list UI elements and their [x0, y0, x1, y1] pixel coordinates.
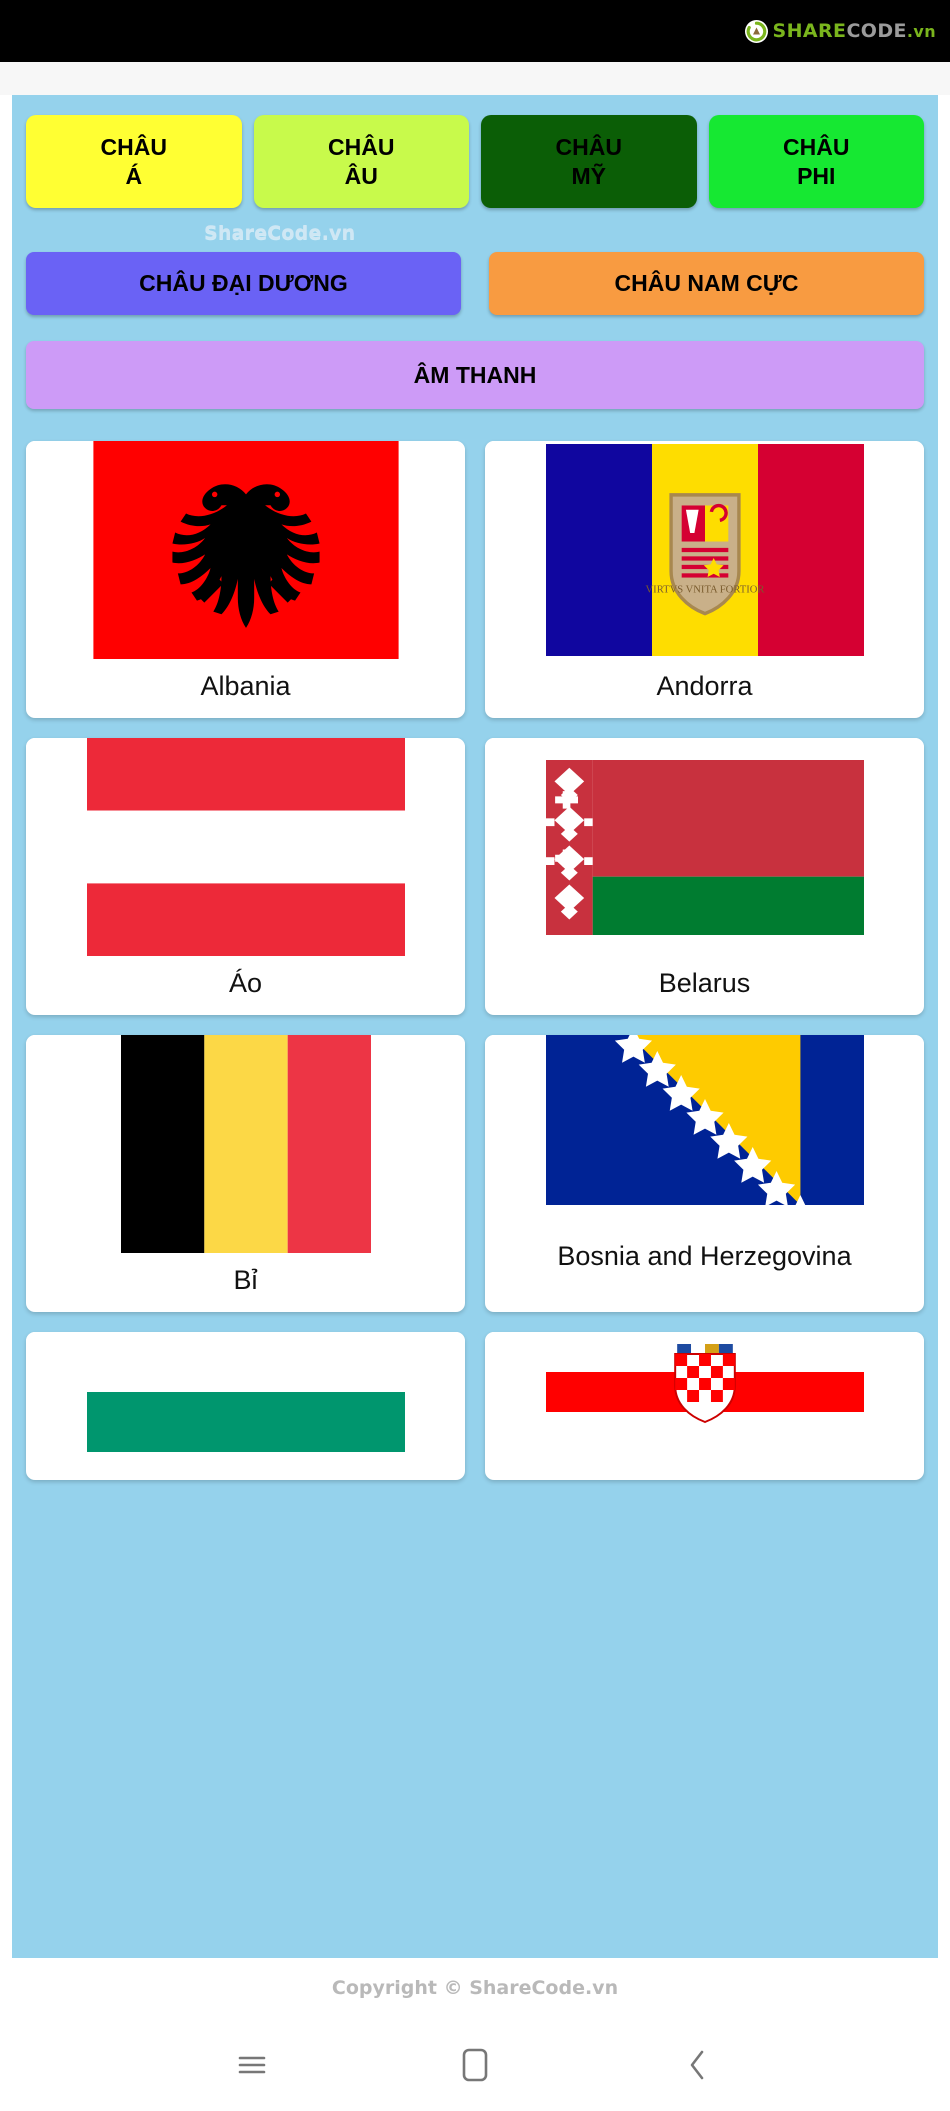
continent-label-line1: CHÂU: [783, 134, 850, 161]
copyright-text: Copyright © ShareCode.vn: [331, 1977, 619, 1999]
sound-button[interactable]: ÂM THANH: [26, 341, 924, 409]
svg-text:VIRTVS VNITA FORTIOR: VIRTVS VNITA FORTIOR: [645, 584, 765, 595]
flag-label-bosnia: Bosnia and Herzegovina: [557, 1241, 852, 1272]
continent-label-line2: Á: [125, 162, 143, 189]
flag-image-andorra: VIRTVS VNITA FORTIOR: [485, 441, 924, 659]
continent-button-chau-phi[interactable]: CHÂU PHI: [708, 115, 924, 208]
logo-share-text: SHARE: [772, 19, 847, 42]
back-icon[interactable]: [663, 2036, 733, 2094]
watermark-top-bar: SHARECODE.vn: [0, 0, 950, 62]
flag-label-ao: Áo: [228, 968, 263, 999]
flag-image-croatia: [485, 1332, 924, 1453]
logo-code-text: CODE: [846, 19, 907, 42]
flag-card-bi[interactable]: Bỉ: [26, 1035, 465, 1313]
flag-image-bulgaria: [26, 1332, 465, 1453]
continent-label-line2: ÂU: [344, 162, 378, 189]
flag-label-albania: Albania: [200, 671, 291, 701]
flag-card-ao[interactable]: Áo: [26, 738, 465, 1016]
flag-card-belarus[interactable]: Belarus: [485, 738, 924, 1016]
wide-button-row: CHÂU ĐẠI DƯƠNG CHÂU NAM CỰC: [26, 252, 924, 315]
continent-label-line2: PHI: [797, 162, 836, 189]
continent-button-row: CHÂU Á CHÂU ÂU CHÂU MỸ CHÂU PHI: [26, 115, 924, 208]
top-white-gap: [0, 62, 950, 95]
continent-button-chau-nam-cuc[interactable]: CHÂU NAM CỰC: [489, 252, 924, 315]
home-icon[interactable]: [440, 2036, 510, 2094]
flag-label-bulgaria: [26, 1452, 465, 1480]
sharecode-logo-text: SHARECODE.vn: [772, 19, 936, 42]
flag-card-bosnia[interactable]: Bosnia and Herzegovina: [485, 1035, 924, 1313]
continent-label-line1: CHÂU: [100, 134, 167, 161]
flag-grid: Albania VIRTVS VNITA FORTIOR Andorra Áo …: [26, 441, 924, 1481]
flag-image-austria: [26, 738, 465, 957]
flag-image-bosnia: [485, 1035, 924, 1206]
flag-card-bulgaria[interactable]: [26, 1332, 465, 1481]
continent-button-chau-my[interactable]: CHÂU MỸ: [481, 115, 697, 208]
continent-label-line1: CHÂU: [328, 134, 395, 161]
sound-button-row: ÂM THANH: [26, 341, 924, 409]
flag-image-belgium: [26, 1035, 465, 1254]
flag-image-albania: [26, 441, 465, 659]
app-content: CHÂU Á CHÂU ÂU CHÂU MỸ CHÂU PHI ShareCod…: [12, 95, 938, 1991]
continent-button-chau-a[interactable]: CHÂU Á: [26, 115, 242, 208]
logo-tld-text: .vn: [906, 21, 936, 41]
continent-button-chau-au[interactable]: CHÂU ÂU: [253, 115, 469, 208]
watermark-middle-text: ShareCode.vn: [204, 222, 356, 244]
sharecode-logo-icon: [744, 19, 768, 43]
flag-card-albania[interactable]: Albania: [26, 441, 465, 719]
flag-card-andorra[interactable]: VIRTVS VNITA FORTIOR Andorra: [485, 441, 924, 719]
flag-image-belarus: [485, 738, 924, 957]
flag-card-croatia[interactable]: [485, 1332, 924, 1481]
continent-label-line2: MỸ: [571, 162, 607, 189]
flag-label-belarus: Belarus: [658, 968, 751, 999]
flag-label-bi: Bỉ: [233, 1265, 258, 1296]
recents-icon[interactable]: [217, 2036, 287, 2094]
flag-label-croatia: [485, 1452, 924, 1480]
copyright-footer: Copyright © ShareCode.vn: [0, 1958, 950, 2018]
flag-label-andorra: Andorra: [656, 671, 753, 701]
continent-label-line1: CHÂU: [555, 134, 622, 161]
sharecode-logo: SHARECODE.vn: [744, 19, 936, 43]
continent-button-chau-dai-duong[interactable]: CHÂU ĐẠI DƯƠNG: [26, 252, 461, 315]
android-navigation-bar: [0, 2018, 950, 2111]
